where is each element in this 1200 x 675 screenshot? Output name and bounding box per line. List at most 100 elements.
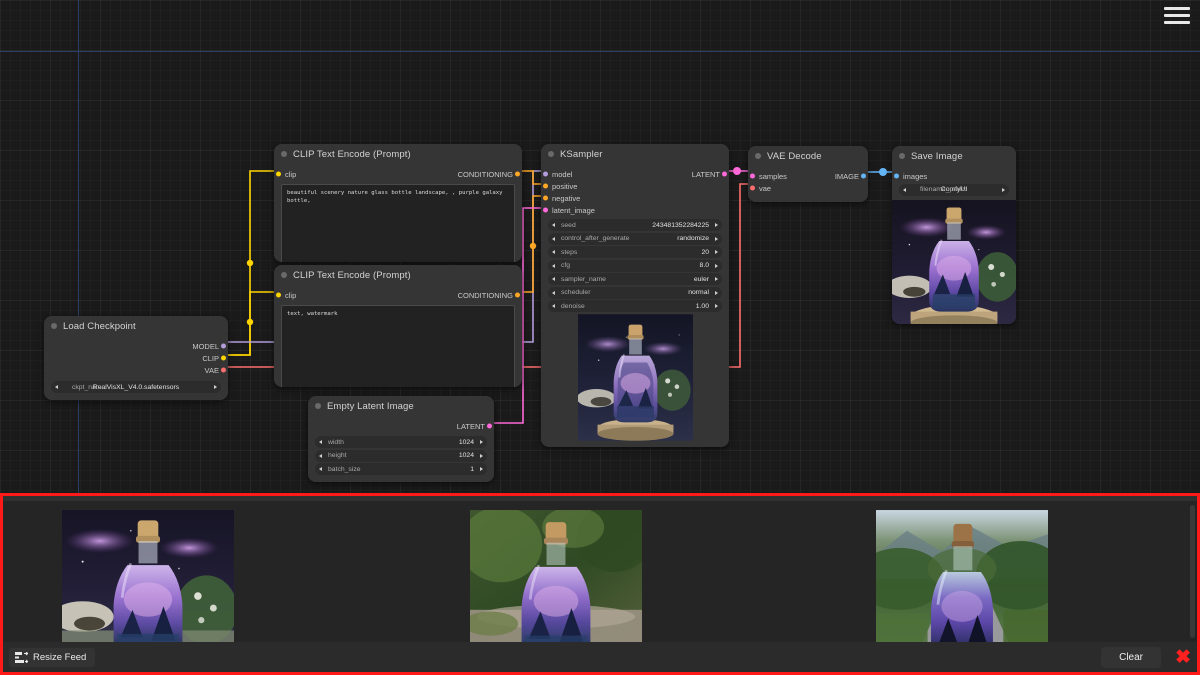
- node-body: MODEL CLIP VAE ckpt_name RealVisXL_V4.0.…: [44, 336, 228, 400]
- output-dot-clip[interactable]: [221, 355, 226, 361]
- feed-image-2[interactable]: [470, 510, 642, 642]
- collapse-dot-icon[interactable]: [51, 323, 57, 329]
- node-title-text: CLIP Text Encode (Prompt): [293, 148, 411, 160]
- node-title-text: VAE Decode: [767, 150, 822, 162]
- node-title-text: Load Checkpoint: [63, 320, 136, 332]
- output-dot-conditioning[interactable]: [515, 171, 520, 177]
- slot-row-clip: clip CONDITIONING: [274, 289, 522, 301]
- hamburger-menu-icon[interactable]: [1164, 4, 1190, 26]
- widget-value: 243481352284225: [652, 221, 709, 229]
- output-dot-image[interactable]: [861, 173, 866, 179]
- output-dot-model[interactable]: [221, 343, 226, 349]
- feed-image-3[interactable]: [876, 510, 1048, 642]
- input-dot-clip[interactable]: [276, 292, 281, 298]
- feed-image-1[interactable]: [62, 510, 234, 642]
- resize-feed-button[interactable]: Resize Feed: [9, 647, 96, 667]
- node-load-checkpoint[interactable]: Load Checkpoint MODEL CLIP VAE ckpt_name…: [44, 316, 228, 400]
- output-dot-latent[interactable]: [722, 171, 727, 177]
- slot-row-latent-image: latent_image: [541, 204, 729, 216]
- ksampler-preview-image: [577, 314, 693, 441]
- output-label: LATENT: [456, 421, 485, 431]
- collapse-dot-icon[interactable]: [315, 403, 321, 409]
- collapse-dot-icon[interactable]: [548, 151, 554, 157]
- slot-row-vae: vae: [748, 182, 868, 194]
- node-ksampler[interactable]: KSampler model LATENT positive negative …: [541, 144, 729, 447]
- input-label: samples: [759, 171, 787, 181]
- widget-filename-prefix[interactable]: filename_prefix ComfyUI: [899, 183, 1009, 196]
- feed-slot: [3, 510, 293, 642]
- output-slot-clip[interactable]: CLIP: [44, 352, 228, 364]
- widget-height[interactable]: height 1024: [315, 449, 487, 462]
- widget-sampler-name[interactable]: sampler_name euler: [548, 273, 722, 285]
- feed-scrollbar[interactable]: [1190, 505, 1195, 638]
- node-clip-text-encode-negative[interactable]: CLIP Text Encode (Prompt) clip CONDITION…: [274, 265, 522, 387]
- node-title-bar[interactable]: VAE Decode: [748, 146, 868, 166]
- collapse-dot-icon[interactable]: [899, 153, 905, 159]
- widget-value: randomize: [677, 235, 709, 242]
- output-label: IMAGE: [834, 171, 859, 181]
- input-dot-images[interactable]: [894, 173, 899, 179]
- prompt-textarea-positive[interactable]: beautiful scenery nature glass bottle la…: [281, 184, 515, 262]
- node-title-bar[interactable]: Save Image: [892, 146, 1016, 166]
- node-title-text: KSampler: [560, 148, 603, 160]
- widget-batch-size[interactable]: batch_size 1: [315, 463, 487, 475]
- input-dot-samples[interactable]: [750, 173, 755, 179]
- output-dot-latent[interactable]: [487, 423, 492, 429]
- widget-width[interactable]: width 1024: [315, 436, 487, 448]
- node-empty-latent-image[interactable]: Empty Latent Image LATENT width 1024 hei…: [308, 396, 494, 482]
- comfyui-window: .lk { fill:none; stroke-width:1.6; }: [0, 0, 1200, 675]
- widget-label: width: [328, 438, 344, 446]
- input-dot-vae[interactable]: [750, 185, 755, 191]
- output-slot-model[interactable]: MODEL: [44, 340, 228, 352]
- feed-toolbar: Resize Feed Clear ✖: [3, 642, 1197, 672]
- output-slot-latent[interactable]: LATENT: [308, 420, 494, 432]
- widget-scheduler[interactable]: scheduler normal: [548, 286, 722, 299]
- close-icon[interactable]: ✖: [1175, 648, 1191, 667]
- output-dot-conditioning[interactable]: [515, 292, 520, 298]
- input-dot-model[interactable]: [543, 171, 548, 177]
- widget-ckpt-name[interactable]: ckpt_name RealVisXL_V4.0.safetensors: [51, 381, 221, 393]
- slot-row-clip: clip CONDITIONING: [274, 168, 522, 180]
- input-dot-positive[interactable]: [543, 183, 548, 189]
- collapse-dot-icon[interactable]: [281, 151, 287, 157]
- widget-label: denoise: [561, 302, 585, 310]
- node-clip-text-encode-positive[interactable]: CLIP Text Encode (Prompt) clip CONDITION…: [274, 144, 522, 262]
- collapse-dot-icon[interactable]: [281, 272, 287, 278]
- node-vae-decode[interactable]: VAE Decode samples IMAGE vae: [748, 146, 868, 202]
- node-title-bar[interactable]: KSampler: [541, 144, 729, 164]
- input-label: positive: [552, 181, 578, 191]
- clear-button[interactable]: Clear: [1101, 646, 1161, 668]
- feed-slot: [411, 510, 701, 642]
- output-label: VAE: [204, 365, 219, 375]
- widget-value: RealVisXL_V4.0.safetensors: [92, 383, 180, 391]
- widget-steps[interactable]: steps 20: [548, 246, 722, 258]
- node-title-bar[interactable]: Empty Latent Image: [308, 396, 494, 416]
- widget-cfg[interactable]: cfg 8.0: [548, 259, 722, 272]
- input-dot-latent-image[interactable]: [543, 207, 548, 213]
- node-title-bar[interactable]: Load Checkpoint: [44, 316, 228, 336]
- input-dot-clip[interactable]: [276, 171, 281, 177]
- node-save-image[interactable]: Save Image images filename_prefix ComfyU…: [892, 146, 1016, 324]
- widget-label: batch_size: [328, 465, 361, 473]
- output-label: CONDITIONING: [457, 169, 513, 179]
- node-title-bar[interactable]: CLIP Text Encode (Prompt): [274, 265, 522, 285]
- widget-denoise[interactable]: denoise 1.00: [548, 300, 722, 312]
- output-slot-vae[interactable]: VAE: [44, 364, 228, 376]
- output-label: LATENT: [691, 169, 720, 179]
- output-dot-vae[interactable]: [221, 367, 226, 373]
- node-body: model LATENT positive negative latent_im…: [541, 164, 729, 446]
- widget-control-after-generate[interactable]: control_after_generate randomize: [548, 232, 722, 245]
- save-image-preview: [892, 199, 1016, 324]
- widget-seed[interactable]: seed 243481352284225: [548, 219, 722, 231]
- input-dot-negative[interactable]: [543, 195, 548, 201]
- prompt-textarea-negative[interactable]: text, watermark: [281, 305, 515, 387]
- image-feed-panel: Resize Feed Clear ✖: [0, 493, 1200, 675]
- widget-label: ckpt_name: [72, 383, 106, 391]
- hamburger-bar-3: [1164, 20, 1190, 24]
- node-body: samples IMAGE vae: [748, 166, 868, 202]
- widget-value: 20: [701, 248, 709, 256]
- feed-image-strip[interactable]: [3, 501, 1197, 642]
- link-clip-negative: [228, 291, 278, 356]
- collapse-dot-icon[interactable]: [755, 153, 761, 159]
- node-title-bar[interactable]: CLIP Text Encode (Prompt): [274, 144, 522, 164]
